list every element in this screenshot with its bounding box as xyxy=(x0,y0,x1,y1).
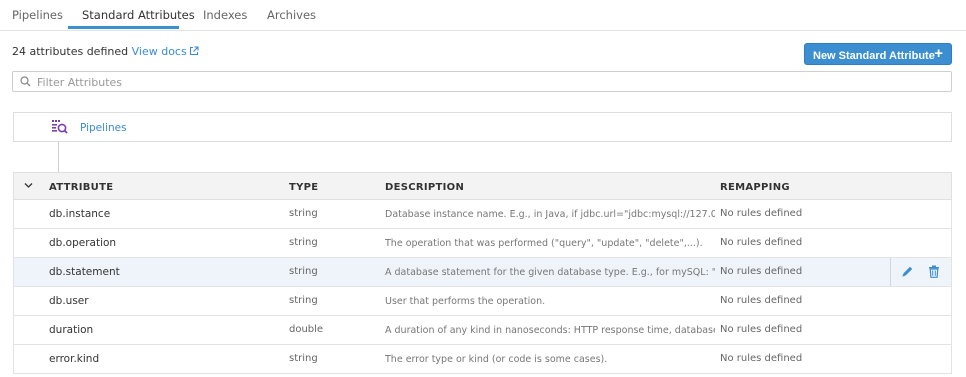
new-standard-attribute-label: New Standard Attribute xyxy=(813,50,935,62)
attribute-description: The error type or kind (or code is some … xyxy=(385,354,608,365)
tab-indexes[interactable]: Indexes xyxy=(203,8,247,22)
new-standard-attribute-button[interactable]: New Standard Attribute + xyxy=(804,43,952,65)
attribute-type: string xyxy=(289,353,318,364)
tab-bar: Pipelines Standard Attributes Indexes Ar… xyxy=(0,0,966,31)
attribute-type: string xyxy=(289,266,318,277)
header-attribute[interactable]: ATTRIBUTE xyxy=(49,182,113,193)
table-row[interactable]: db.operation string The operation that w… xyxy=(13,229,952,258)
attribute-remapping: No rules defined xyxy=(720,266,803,277)
attribute-count: 24 attributes defined xyxy=(12,45,129,58)
search-icon xyxy=(20,76,31,87)
header-description[interactable]: DESCRIPTION xyxy=(385,182,464,193)
attribute-name: duration xyxy=(49,324,94,336)
tab-pipelines[interactable]: Pipelines xyxy=(12,8,63,22)
filter-attributes-input[interactable] xyxy=(35,74,939,91)
row-actions xyxy=(890,258,953,286)
header-type[interactable]: TYPE xyxy=(289,182,318,193)
active-tab-indicator xyxy=(68,26,179,29)
pipeline-connector-line xyxy=(58,142,59,172)
attribute-remapping: No rules defined xyxy=(720,324,803,335)
header-remapping[interactable]: REMAPPING xyxy=(720,182,790,193)
external-link-icon xyxy=(189,46,199,56)
table-row[interactable]: db.statement string A database statement… xyxy=(13,258,952,287)
attribute-type: double xyxy=(289,324,324,335)
table-row[interactable]: db.user string User that performs the op… xyxy=(13,287,952,316)
view-docs-label[interactable]: View docs xyxy=(132,45,187,58)
table-row[interactable]: db.instance string Database instance nam… xyxy=(13,200,952,229)
attribute-remapping: No rules defined xyxy=(720,208,803,219)
attribute-remapping: No rules defined xyxy=(720,237,803,248)
attribute-name: db.statement xyxy=(49,266,120,278)
attribute-description: User that performs the operation. xyxy=(385,296,546,307)
pipelines-icon xyxy=(52,120,68,134)
attribute-remapping: No rules defined xyxy=(720,295,803,306)
attributes-summary: 24 attributes defined View docs xyxy=(12,45,199,58)
attribute-type: string xyxy=(289,237,318,248)
attribute-name: db.instance xyxy=(49,208,111,220)
attribute-name: db.operation xyxy=(49,237,117,249)
filter-attributes-field xyxy=(12,71,952,92)
attribute-description: The operation that was performed ("query… xyxy=(385,238,703,249)
trash-icon[interactable] xyxy=(928,265,940,278)
chevron-down-icon[interactable] xyxy=(24,182,33,189)
attribute-type: string xyxy=(289,208,318,219)
attribute-name: db.user xyxy=(49,295,89,307)
attribute-type: string xyxy=(289,295,318,306)
view-docs-link[interactable]: View docs xyxy=(132,45,199,58)
attribute-description: Database instance name. E.g., in Java, i… xyxy=(385,209,715,220)
table-row[interactable]: error.kind string The error type or kind… xyxy=(13,345,952,374)
attribute-description: A duration of any kind in nanoseconds: H… xyxy=(385,325,715,336)
pipelines-card: Pipelines xyxy=(13,112,952,142)
attribute-name: error.kind xyxy=(49,353,100,365)
attributes-table: ATTRIBUTE TYPE DESCRIPTION REMAPPING db.… xyxy=(13,172,952,374)
tab-standard-attributes[interactable]: Standard Attributes xyxy=(82,8,195,22)
tab-archives[interactable]: Archives xyxy=(267,8,316,22)
table-header: ATTRIBUTE TYPE DESCRIPTION REMAPPING xyxy=(13,172,952,200)
pipelines-link[interactable]: Pipelines xyxy=(80,122,127,134)
plus-icon: + xyxy=(934,45,943,62)
table-row[interactable]: duration double A duration of any kind i… xyxy=(13,316,952,345)
attribute-description: A database statement for the given datab… xyxy=(385,267,715,278)
pencil-icon[interactable] xyxy=(901,265,914,278)
attribute-remapping: No rules defined xyxy=(720,353,803,364)
